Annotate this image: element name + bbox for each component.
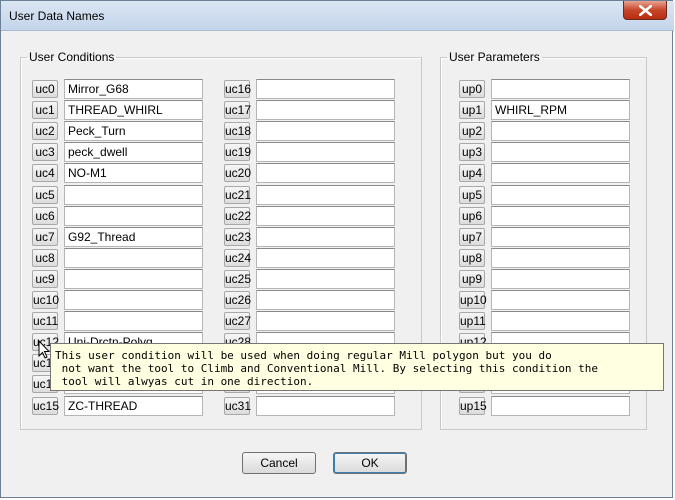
up-button-5[interactable]: up5: [459, 185, 485, 204]
ok-button[interactable]: OK: [333, 452, 407, 474]
uc-button-4[interactable]: uc4: [32, 164, 58, 183]
up-button-15[interactable]: up15: [459, 396, 487, 415]
up-button-9[interactable]: up9: [459, 269, 485, 288]
uc-button-18[interactable]: uc18: [224, 122, 251, 141]
up-value-field-1[interactable]: WHIRL_RPM: [491, 100, 630, 121]
uc-button-16[interactable]: uc16: [224, 80, 251, 98]
uc-name-field-21[interactable]: [256, 184, 395, 205]
uc-name-field-6[interactable]: [64, 205, 203, 226]
uc-name-field-1[interactable]: THREAD_WHIRL: [64, 100, 203, 121]
uc-button-17[interactable]: uc17: [224, 101, 251, 120]
uc-button-9[interactable]: uc9: [32, 269, 58, 288]
uc-name-field-27[interactable]: [256, 311, 395, 332]
uc-name-field-9[interactable]: [64, 268, 203, 289]
uc-name-field-19[interactable]: [256, 142, 395, 163]
up-button-2[interactable]: up2: [459, 122, 485, 141]
window-title: User Data Names: [9, 9, 105, 23]
up-button-4[interactable]: up4: [459, 164, 485, 183]
uc-button-24[interactable]: uc24: [224, 248, 251, 267]
uc-button-23[interactable]: uc23: [224, 227, 251, 246]
up-value-field-6[interactable]: [491, 205, 630, 226]
uc-name-field-10[interactable]: [64, 290, 203, 310]
dialog-body: User Conditions User Parameters uc0 Mirro…: [6, 31, 667, 493]
up-value-field-3[interactable]: [491, 142, 630, 163]
up-value-field-4[interactable]: [491, 163, 630, 184]
up-value-field-5[interactable]: [491, 184, 630, 205]
title-bar[interactable]: User Data Names: [1, 1, 674, 31]
uc-button-21[interactable]: uc21: [224, 185, 251, 204]
uc-name-field-2[interactable]: Peck_Turn: [64, 121, 203, 142]
uc-name-field-18[interactable]: [256, 121, 395, 142]
up-value-field-9[interactable]: [491, 268, 630, 289]
uc-name-field-8[interactable]: [64, 247, 203, 268]
uc-name-field-3[interactable]: peck_dwell: [64, 142, 203, 163]
uc-name-field-23[interactable]: [256, 226, 395, 247]
uc-button-3[interactable]: uc3: [32, 143, 58, 162]
uc-button-15[interactable]: uc15: [32, 396, 59, 415]
uc-name-field-5[interactable]: [64, 184, 203, 205]
up-value-field-15[interactable]: [491, 395, 630, 416]
up-button-6[interactable]: up6: [459, 206, 485, 225]
up-button-7[interactable]: up7: [459, 227, 485, 246]
uc-button-6[interactable]: uc6: [32, 206, 58, 225]
uc-name-field-20[interactable]: [256, 163, 395, 184]
uc-name-field-11[interactable]: [64, 311, 203, 332]
up-value-field-10[interactable]: [491, 290, 630, 310]
uc-button-31[interactable]: uc31: [224, 396, 251, 415]
tooltip: This user condition will be used when do…: [50, 343, 664, 391]
uc-button-8[interactable]: uc8: [32, 248, 58, 267]
up-value-field-8[interactable]: [491, 247, 630, 268]
up-button-10[interactable]: up10: [459, 291, 487, 309]
up-button-0[interactable]: up0: [459, 80, 485, 98]
uc-button-19[interactable]: uc19: [224, 143, 251, 162]
cancel-button[interactable]: Cancel: [242, 452, 316, 474]
uc-button-10[interactable]: uc10: [32, 291, 59, 309]
up-value-field-11[interactable]: [491, 311, 630, 332]
uc-button-7[interactable]: uc7: [32, 227, 58, 246]
uc-name-field-31[interactable]: [256, 395, 395, 416]
uc-button-20[interactable]: uc20: [224, 164, 251, 183]
up-button-8[interactable]: up8: [459, 248, 485, 267]
up-value-field-2[interactable]: [491, 121, 630, 142]
uc-button-26[interactable]: uc26: [224, 291, 251, 309]
uc-name-field-4[interactable]: NO-M1: [64, 163, 203, 184]
uc-button-11[interactable]: uc11: [32, 312, 58, 331]
uc-name-field-7[interactable]: G92_Thread: [64, 226, 203, 247]
uc-name-field-15[interactable]: ZC-THREAD: [64, 395, 203, 416]
uc-name-field-16[interactable]: [256, 79, 395, 99]
close-icon: [639, 5, 652, 16]
up-value-field-0[interactable]: [491, 79, 630, 99]
uc-button-5[interactable]: uc5: [32, 185, 58, 204]
up-button-1[interactable]: up1: [459, 101, 485, 120]
uc-button-1[interactable]: uc1: [32, 101, 58, 120]
dialog-window: User Data Names User Conditions User Par…: [0, 0, 674, 498]
up-value-field-7[interactable]: [491, 226, 630, 247]
user-parameters-legend: User Parameters: [449, 50, 540, 64]
user-conditions-legend: User Conditions: [29, 50, 115, 64]
close-button[interactable]: [623, 1, 667, 20]
uc-name-field-26[interactable]: [256, 290, 395, 310]
mouse-pointer-icon: [38, 340, 50, 359]
uc-name-field-22[interactable]: [256, 205, 395, 226]
uc-button-0[interactable]: uc0: [32, 80, 58, 98]
uc-button-22[interactable]: uc22: [224, 206, 251, 225]
uc-name-field-17[interactable]: [256, 100, 395, 121]
uc-button-2[interactable]: uc2: [32, 122, 58, 141]
uc-name-field-24[interactable]: [256, 247, 395, 268]
uc-button-27[interactable]: uc27: [224, 312, 251, 331]
uc-button-25[interactable]: uc25: [224, 269, 251, 288]
up-button-3[interactable]: up3: [459, 143, 485, 162]
uc-name-field-25[interactable]: [256, 268, 395, 289]
up-button-11[interactable]: up11: [459, 312, 486, 331]
uc-name-field-0[interactable]: Mirror_G68: [64, 79, 203, 99]
